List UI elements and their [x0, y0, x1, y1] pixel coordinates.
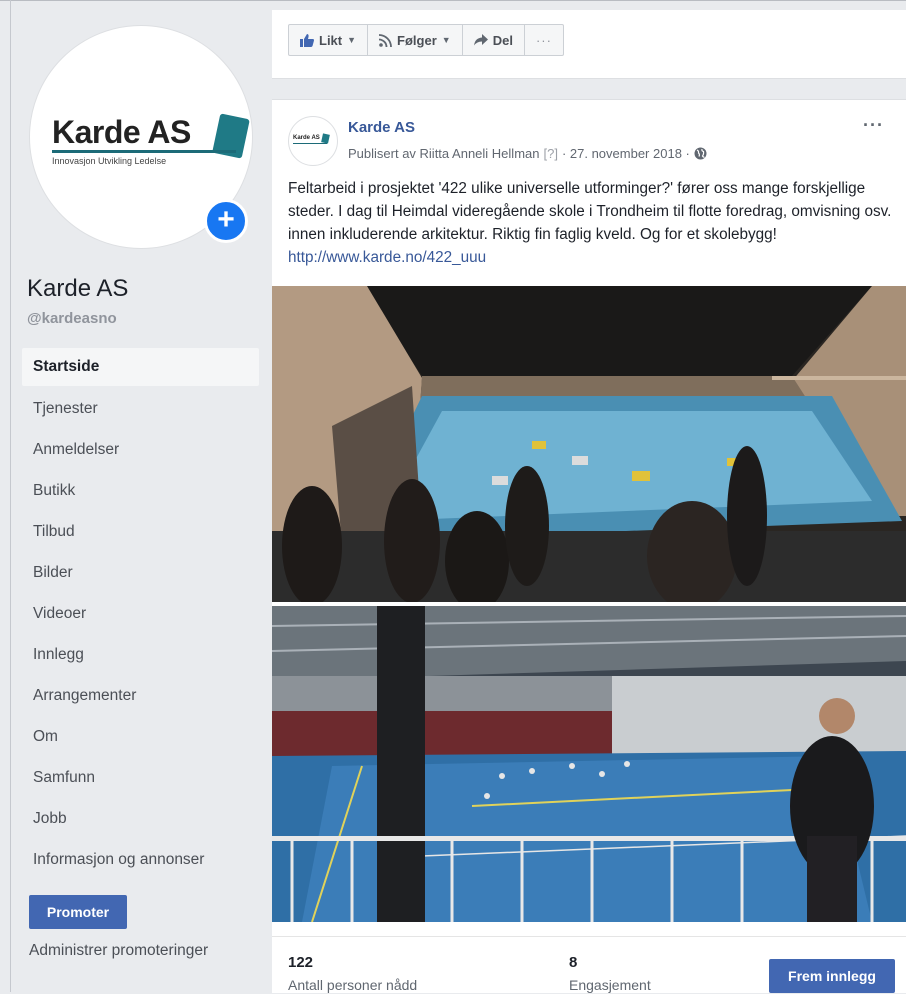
- avatar-logo-text: Karde AS: [293, 135, 320, 141]
- reach-stat: 122 Antall personer nådd: [288, 954, 417, 993]
- nav-item-tjenester[interactable]: Tjenester: [22, 389, 259, 430]
- auditorium-image: [272, 286, 906, 602]
- post-author-name[interactable]: Karde AS: [348, 119, 415, 136]
- more-actions-button[interactable]: ···: [523, 24, 564, 56]
- page-nav: Startside Tjenester Anmeldelser Butikk T…: [22, 348, 259, 881]
- post-meta: Publisert av Riitta Anneli Hellman [?] ·…: [348, 146, 707, 161]
- nav-item-startside[interactable]: Startside: [22, 348, 259, 386]
- sports-hall-image: [272, 606, 906, 922]
- chevron-down-icon: ▼: [347, 35, 357, 45]
- post-body: Feltarbeid i prosjektet '422 ulike unive…: [288, 177, 898, 269]
- boost-post-button[interactable]: Frem innlegg: [769, 959, 895, 993]
- nav-item-jobb[interactable]: Jobb: [22, 799, 259, 840]
- nav-item-informasjon-og-annonser[interactable]: Informasjon og annonser: [22, 840, 259, 881]
- engagement-stat: 8 Engasjement: [569, 954, 651, 993]
- avatar-logo-line: [293, 143, 327, 144]
- nav-item-innlegg[interactable]: Innlegg: [22, 635, 259, 676]
- post-photo-sports-hall[interactable]: [272, 606, 906, 922]
- page-title: Karde AS: [27, 275, 129, 302]
- more-dots-icon: ···: [535, 32, 552, 48]
- share-button[interactable]: Del: [461, 24, 525, 56]
- globe-icon[interactable]: [694, 147, 707, 160]
- nav-item-anmeldelser[interactable]: Anmeldelser: [22, 430, 259, 471]
- follow-button[interactable]: Følger ▼: [367, 24, 463, 56]
- rss-icon: [379, 33, 392, 47]
- engagement-value: 8: [569, 954, 578, 971]
- post-options-icon[interactable]: ···: [863, 115, 884, 136]
- post-card: Karde AS Karde AS Publisert av Riitta An…: [272, 99, 906, 993]
- follow-label: Følger: [397, 32, 437, 48]
- thumbs-up-icon: [300, 33, 314, 47]
- nav-item-butikk[interactable]: Butikk: [22, 471, 259, 512]
- logo-subtitle: Innovasjon Utvikling Ledelse: [52, 156, 167, 166]
- nav-item-videoer[interactable]: Videoer: [22, 594, 259, 635]
- post-author-avatar[interactable]: Karde AS: [288, 116, 338, 166]
- page-actions-bar: Likt ▼ Følger ▼ Del ···: [272, 10, 906, 79]
- reach-label: Antall personer nådd: [288, 977, 418, 993]
- nav-item-tilbud[interactable]: Tilbud: [22, 512, 259, 553]
- nav-item-bilder[interactable]: Bilder: [22, 553, 259, 594]
- post-link[interactable]: http://www.karde.no/422_uuu: [288, 249, 486, 266]
- post-photo-auditorium[interactable]: [272, 286, 906, 602]
- manage-promotions-link[interactable]: Administrer promoteringer: [29, 942, 208, 960]
- promote-button[interactable]: Promoter: [29, 895, 127, 929]
- post-insights: 122 Antall personer nådd 8 Engasjement F…: [272, 936, 906, 994]
- post-date[interactable]: · 27. november 2018 ·: [562, 146, 690, 161]
- nav-item-om[interactable]: Om: [22, 717, 259, 758]
- published-by[interactable]: Publisert av Riitta Anneli Hellman: [348, 146, 539, 161]
- page-sidebar: Karde AS Innovasjon Utvikling Ledelse + …: [11, 1, 262, 992]
- page-action-buttons: Likt ▼ Følger ▼ Del ···: [288, 24, 564, 56]
- engagement-label: Engasjement: [569, 977, 651, 993]
- add-profile-photo-icon[interactable]: +: [204, 199, 248, 243]
- share-arrow-icon: [473, 34, 488, 46]
- like-label: Likt: [319, 32, 343, 48]
- share-label: Del: [492, 32, 513, 48]
- reach-value: 122: [288, 954, 314, 971]
- chevron-down-icon: ▼: [441, 35, 451, 45]
- post-text: Feltarbeid i prosjektet '422 ulike unive…: [288, 180, 892, 243]
- nav-item-samfunn[interactable]: Samfunn: [22, 758, 259, 799]
- like-button[interactable]: Likt ▼: [288, 24, 369, 56]
- logo-underline: [52, 150, 236, 153]
- page-username[interactable]: @kardeasno: [27, 310, 117, 327]
- logo-title: Karde AS: [52, 114, 191, 150]
- help-marker[interactable]: [?]: [543, 146, 557, 161]
- nav-item-arrangementer[interactable]: Arrangementer: [22, 676, 259, 717]
